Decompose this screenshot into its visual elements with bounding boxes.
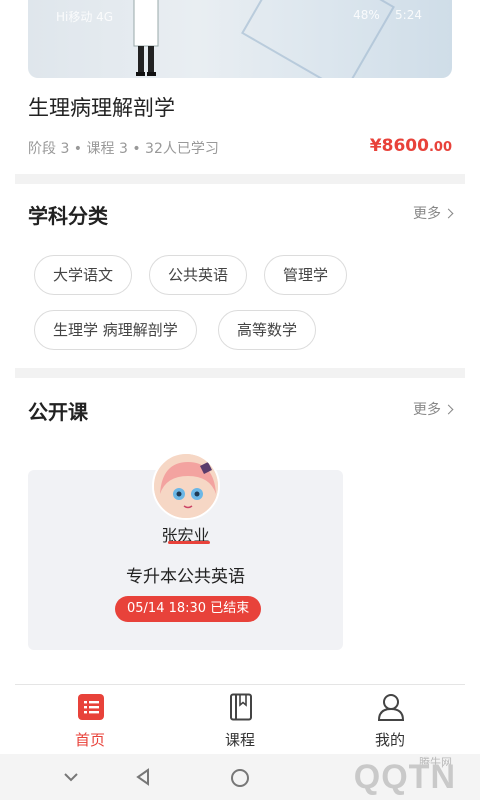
section-divider [15,174,465,184]
chevron-right-icon [443,404,454,415]
nav-label-mine: 我的 [374,731,405,749]
status-bar: Hi移动 4G 48% 5:24 [28,8,452,26]
subjects-more-label: 更多 [413,206,441,222]
status-right: 48% 5:24 [353,8,422,22]
course-meta: 阶段 3 • 课程 3 • 32人已学习 [28,141,219,157]
battery-text: 48% [353,8,380,22]
subjects-section-title: 学科分类 [28,204,108,228]
open-courses-more-link[interactable]: 更多 [413,399,454,419]
subject-tag[interactable]: 高等数学 [218,310,317,350]
nav-item-home[interactable]: 首页 [15,685,165,755]
carrier-text: Hi移动 4G [56,10,114,24]
price-integer: 8600 [381,136,429,156]
home-circle-icon[interactable] [230,768,250,788]
open-courses-more-label: 更多 [413,402,441,418]
teacher-avatar [152,452,220,520]
course-price: ¥8600.00 [370,136,452,156]
section-divider [15,368,465,378]
course-title[interactable]: 生理病理解剖学 [28,92,175,122]
nav-label-home: 首页 [74,731,105,749]
watermark-text: QQTN [353,758,456,796]
subject-tag[interactable]: 生理学 病理解剖学 [34,310,197,350]
nav-item-mine[interactable]: 我的 [315,685,465,755]
subjects-more-link[interactable]: 更多 [413,203,454,223]
open-courses-section-title: 公开课 [28,400,88,424]
user-icon [378,694,404,721]
teacher-name-underline [168,541,210,544]
time-text: 5:24 [395,8,422,22]
nav-item-courses[interactable]: 课程 [165,685,315,755]
site-watermark: 腾牛网 QQTN [262,752,462,800]
collapse-chevron-icon[interactable] [62,768,80,786]
subject-tag[interactable]: 公共英语 [149,255,248,295]
home-list-icon [78,694,104,720]
open-course-name: 专升本公共英语 [126,567,245,587]
nav-label-courses: 课程 [224,731,255,749]
bottom-navigation: 首页 课程 我的 [15,684,465,754]
subject-tag[interactable]: 管理学 [264,255,348,295]
book-icon [230,693,252,721]
course-banner-image[interactable]: Hi移动 4G 48% 5:24 [28,0,452,78]
course-status-badge: 05/14 18:30 已结束 [115,596,262,622]
subject-tag[interactable]: 大学语文 [34,255,133,295]
back-triangle-icon[interactable] [134,768,152,786]
price-currency: ¥ [369,136,382,156]
chevron-right-icon [443,208,454,219]
price-decimal: .00 [428,140,452,155]
